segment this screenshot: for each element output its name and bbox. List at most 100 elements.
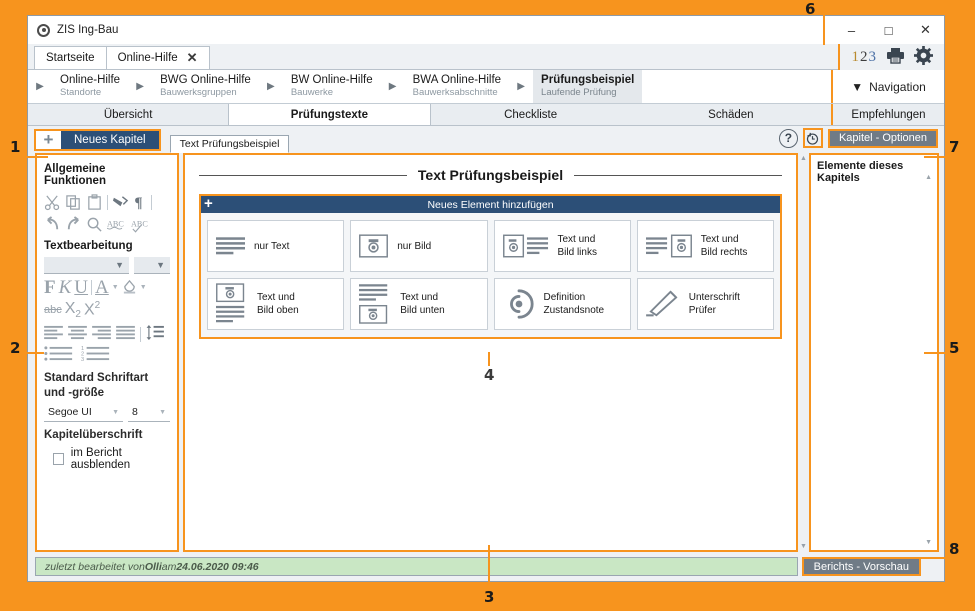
maximize-button[interactable]: □ bbox=[870, 16, 907, 44]
callout-2: 2 bbox=[10, 339, 20, 357]
scroll-up-arrow-icon[interactable]: ▲ bbox=[800, 155, 807, 162]
element-card-text-bild-links[interactable]: Text undBild links bbox=[494, 220, 631, 272]
divider bbox=[140, 327, 141, 342]
paste-icon[interactable] bbox=[86, 194, 103, 211]
scissors-icon[interactable] bbox=[44, 194, 61, 211]
breadcrumb-subtitle: Standorte bbox=[60, 88, 120, 99]
hide-in-report-checkbox[interactable] bbox=[53, 453, 64, 465]
tab-uebersicht[interactable]: Übersicht bbox=[28, 104, 228, 125]
hide-in-report-row[interactable]: im Bericht ausblenden bbox=[44, 447, 170, 471]
scroll-down-arrow-icon[interactable]: ▼ bbox=[800, 543, 807, 550]
highlight-icon[interactable] bbox=[122, 279, 137, 297]
breadcrumb-arrow-icon: ▶ bbox=[28, 70, 52, 103]
spellcheck-abc-check-icon[interactable]: ABC bbox=[131, 216, 151, 233]
tab-schaeden[interactable]: Schäden bbox=[631, 104, 831, 125]
superscript-button[interactable]: X2 bbox=[84, 300, 100, 319]
breadcrumb-arrow-icon: ▶ bbox=[381, 70, 405, 103]
align-left-icon[interactable] bbox=[44, 325, 63, 343]
breadcrumb: ▶ Online-Hilfe Standorte ▶ BWG Online-Hi… bbox=[28, 70, 944, 104]
paragraph-style-select[interactable]: ▼ bbox=[44, 257, 129, 274]
bullet-list-icon[interactable] bbox=[44, 345, 74, 365]
title-rule-left bbox=[199, 175, 407, 176]
breadcrumb-item-bw[interactable]: BW Online-Hilfe Bauwerke bbox=[283, 70, 381, 103]
line-spacing-icon[interactable] bbox=[146, 325, 164, 343]
align-center-icon[interactable] bbox=[68, 325, 87, 343]
align-right-icon[interactable] bbox=[92, 325, 111, 343]
chapter-tab-text-pruefungsbeispiel[interactable]: Text Prüfungsbeispiel bbox=[170, 135, 290, 153]
breadcrumb-title: BW Online-Hilfe bbox=[291, 74, 373, 87]
status-prefix: zuletzt bearbeitet von bbox=[45, 561, 145, 573]
element-card-definition-zustandsnote[interactable]: DefinitionZustandsnote bbox=[494, 278, 631, 330]
italic-button[interactable]: K bbox=[59, 278, 72, 297]
strikethrough-button[interactable]: abc bbox=[44, 304, 62, 316]
copy-icon[interactable] bbox=[65, 194, 82, 211]
tab-checkliste[interactable]: Checkliste bbox=[431, 104, 631, 125]
printer-icon[interactable] bbox=[886, 47, 905, 67]
font-size-select[interactable]: 8 ▼ bbox=[128, 404, 170, 422]
element-card-label: nur Bild bbox=[397, 240, 431, 253]
minimize-button[interactable]: – bbox=[833, 16, 870, 44]
bold-button[interactable]: F bbox=[44, 278, 56, 297]
element-card-label: Text undBild rechts bbox=[701, 233, 748, 259]
scroll-up-arrow-icon[interactable]: ▲ bbox=[925, 174, 932, 181]
breadcrumb-item-pruefungsbeispiel[interactable]: Prüfungsbeispiel Laufende Prüfung bbox=[533, 70, 642, 103]
breadcrumb-item-bwa[interactable]: BWA Online-Hilfe Bauwerksabschnitte bbox=[405, 70, 509, 103]
title-bar: ZIS Ing-Bau – □ ✕ bbox=[28, 16, 944, 44]
spellcheck-abc-icon[interactable]: ABC bbox=[107, 216, 127, 233]
chevron-down-icon: ▼ bbox=[112, 409, 119, 416]
default-font-heading: Standard Schriftart und -größe bbox=[44, 371, 170, 400]
align-justify-icon[interactable] bbox=[116, 325, 135, 343]
tab-online-hilfe[interactable]: Online-Hilfe ✕ bbox=[106, 46, 210, 69]
element-card-unterschrift-pruefer[interactable]: UnterschriftPrüfer bbox=[637, 278, 774, 330]
add-element-header[interactable]: + Neues Element hinzufügen bbox=[201, 196, 780, 213]
callout-leader-7 bbox=[924, 156, 956, 158]
element-card-nur-bild[interactable]: nur Bild bbox=[350, 220, 487, 272]
undo-icon[interactable] bbox=[44, 216, 61, 233]
panel-scrollbar[interactable]: ▲ ▼ bbox=[798, 153, 809, 552]
status-user: Olli bbox=[145, 561, 162, 573]
style-variant-select[interactable]: ▼ bbox=[134, 257, 170, 274]
hide-in-report-label: im Bericht ausblenden bbox=[71, 447, 170, 471]
tab-pruefungstexte[interactable]: Prüfungstexte bbox=[228, 104, 430, 125]
subscript-button[interactable]: X2 bbox=[65, 300, 81, 320]
breadcrumb-title: BWA Online-Hilfe bbox=[413, 74, 501, 87]
breadcrumb-item-online-hilfe[interactable]: Online-Hilfe Standorte bbox=[52, 70, 128, 103]
help-button[interactable]: ? bbox=[779, 129, 798, 148]
breadcrumb-item-bwg[interactable]: BWG Online-Hilfe Bauwerksgruppen bbox=[152, 70, 259, 103]
element-card-label: DefinitionZustandsnote bbox=[544, 291, 605, 317]
close-button[interactable]: ✕ bbox=[907, 16, 944, 44]
report-preview-button[interactable]: Berichts - Vorschau bbox=[802, 557, 921, 576]
element-card-text-bild-unten[interactable]: Text undBild unten bbox=[350, 278, 487, 330]
clock-history-icon[interactable] bbox=[803, 128, 823, 148]
callout-leader-3 bbox=[488, 545, 490, 585]
chevron-down-icon[interactable]: ▼ bbox=[140, 284, 147, 291]
new-chapter-button[interactable]: + Neues Kapitel bbox=[34, 129, 161, 151]
tab-startseite[interactable]: Startseite bbox=[34, 46, 107, 69]
redo-icon[interactable] bbox=[65, 216, 82, 233]
font-color-button[interactable]: A bbox=[95, 278, 109, 297]
gear-icon[interactable] bbox=[914, 46, 933, 68]
element-card-label: Text undBild unten bbox=[400, 291, 444, 317]
numbered-list-icon[interactable]: 123 bbox=[81, 345, 111, 365]
pilcrow-icon[interactable]: ¶ bbox=[133, 194, 147, 211]
element-card-text-bild-rechts[interactable]: Text undBild rechts bbox=[637, 220, 774, 272]
underline-button[interactable]: U bbox=[74, 278, 88, 297]
tab-close-icon[interactable]: ✕ bbox=[187, 50, 198, 66]
tab-empfehlungen[interactable]: Empfehlungen bbox=[831, 104, 944, 125]
element-card-text-bild-oben[interactable]: Text undBild oben bbox=[207, 278, 344, 330]
callout-leader-6 bbox=[823, 15, 825, 45]
callout-7: 7 bbox=[949, 138, 959, 156]
add-element-label: Neues Element hinzufügen bbox=[201, 199, 780, 211]
chapter-options-button[interactable]: Kapitel - Optionen bbox=[828, 129, 938, 148]
font-family-select[interactable]: Segoe UI ▼ bbox=[44, 404, 123, 422]
chevron-down-icon[interactable]: ▼ bbox=[112, 284, 119, 291]
search-icon[interactable] bbox=[86, 216, 103, 233]
section-tab-bar: Übersicht Prüfungstexte Checkliste Schäd… bbox=[28, 104, 944, 126]
callout-leader-1 bbox=[14, 156, 48, 158]
scroll-down-arrow-icon[interactable]: ▼ bbox=[925, 539, 932, 546]
general-functions-heading: Allgemeine Funktionen bbox=[44, 163, 170, 187]
svg-text:¶: ¶ bbox=[134, 195, 142, 211]
element-card-nur-text[interactable]: nur Text bbox=[207, 220, 344, 272]
navigation-dropdown[interactable]: ▼ Navigation bbox=[831, 70, 944, 103]
format-painter-icon[interactable] bbox=[112, 194, 129, 211]
